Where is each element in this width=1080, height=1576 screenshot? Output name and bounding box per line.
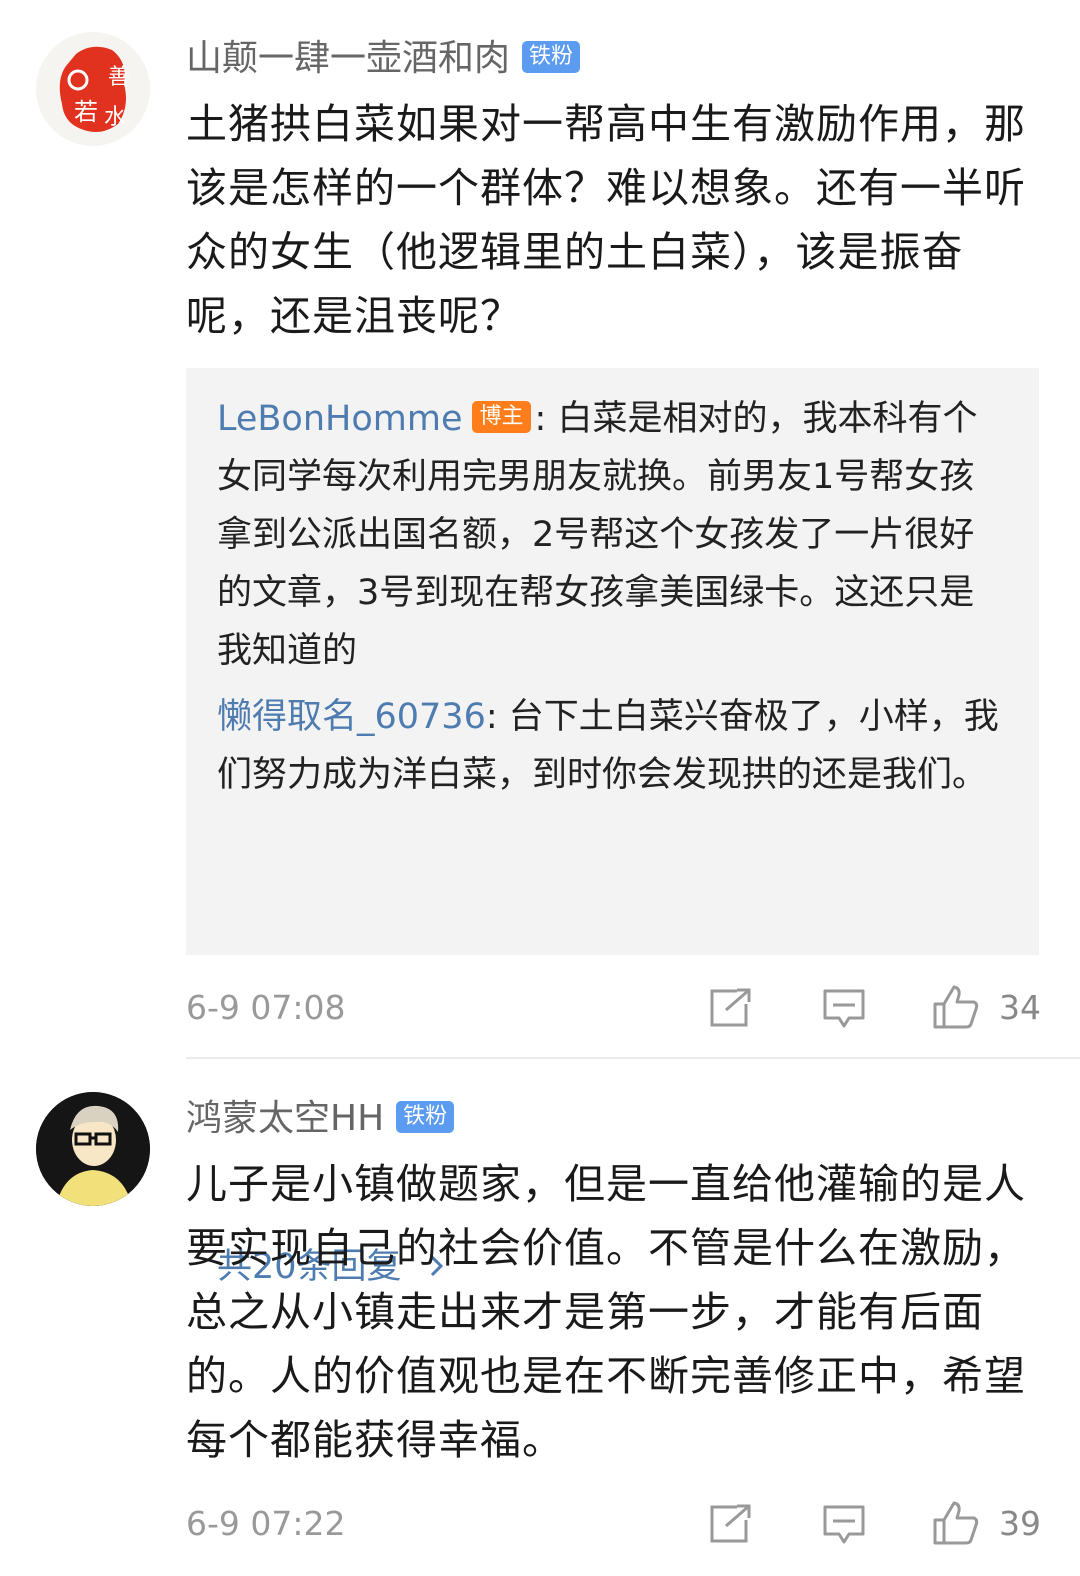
comment-1: 善 若 水 山颠一肆一壶酒和肉 铁粉 土猪拱白菜如果对一帮高中生有激励作用，那该是…: [0, 0, 1080, 1287]
like-count: 39: [999, 1504, 1041, 1543]
red-seal-icon: 善 若 水: [37, 33, 149, 145]
comment-text: 儿子是小镇做题家，但是一直给他灌输的是人要实现自己的社会价值。不管是什么在激励，…: [186, 1160, 1026, 1464]
reply-1[interactable]: LeBonHomme 博主: 白菜是相对的，我本科有个女同学每次利用完男朋友就换。…: [217, 390, 1002, 680]
comment-icon[interactable]: [822, 988, 866, 1030]
svg-text:若: 若: [74, 98, 98, 126]
fan-badge: 铁粉: [522, 41, 581, 73]
reply-2[interactable]: 懒得取名_60736: 台下土白菜兴奋极了，小样，我们努力成为洋白菜，到时你会发…: [217, 688, 1002, 804]
comment-time: 6-9 07:22: [186, 1504, 346, 1543]
username-text[interactable]: 山颠一肆一壶酒和肉: [186, 38, 510, 79]
comment-username[interactable]: 山颠一肆一壶酒和肉 铁粉: [186, 37, 581, 81]
comment-time: 6-9 07:08: [186, 988, 346, 1027]
reply-separator: :: [485, 697, 498, 737]
user-avatar[interactable]: 善 若 水: [36, 32, 150, 146]
comment-icon[interactable]: [822, 1504, 866, 1546]
thumbs-up-icon[interactable]: [932, 984, 980, 1030]
reply-separator: :: [534, 399, 547, 439]
svg-text:水: 水: [104, 105, 126, 130]
thumbs-up-icon[interactable]: [932, 1500, 980, 1546]
share-icon[interactable]: [709, 988, 753, 1028]
reply-text: 白菜是相对的，我本科有个女同学每次利用完男朋友就换。前男友1号帮女孩拿到公派出国…: [217, 399, 978, 671]
like-count: 34: [999, 988, 1041, 1027]
fan-badge: 铁粉: [396, 1101, 455, 1133]
comment-username[interactable]: 鸿蒙太空HH 铁粉: [186, 1097, 455, 1141]
user-avatar[interactable]: [36, 1092, 150, 1206]
cartoon-man-icon: [36, 1092, 150, 1206]
reply-username[interactable]: LeBonHomme: [217, 399, 462, 439]
share-icon[interactable]: [709, 1504, 753, 1544]
replies-box[interactable]: LeBonHomme 博主: 白菜是相对的，我本科有个女同学每次利用完男朋友就换。…: [186, 368, 1039, 1287]
comment-text: 土猪拱白菜如果对一帮高中生有激励作用，那该是怎样的一个群体？难以想象。还有一半听…: [186, 100, 1026, 340]
comment-2: 鸿蒙太空HH 铁粉 儿子是小镇做题家，但是一直给他灌输的是人要实现自己的社会价值。…: [0, 1060, 1080, 1576]
username-text[interactable]: 鸿蒙太空HH: [186, 1098, 384, 1139]
reply-username[interactable]: 懒得取名_60736: [217, 697, 486, 737]
host-badge: 博主: [472, 401, 531, 433]
comment-divider: [186, 1057, 1080, 1059]
svg-text:善: 善: [108, 65, 130, 90]
